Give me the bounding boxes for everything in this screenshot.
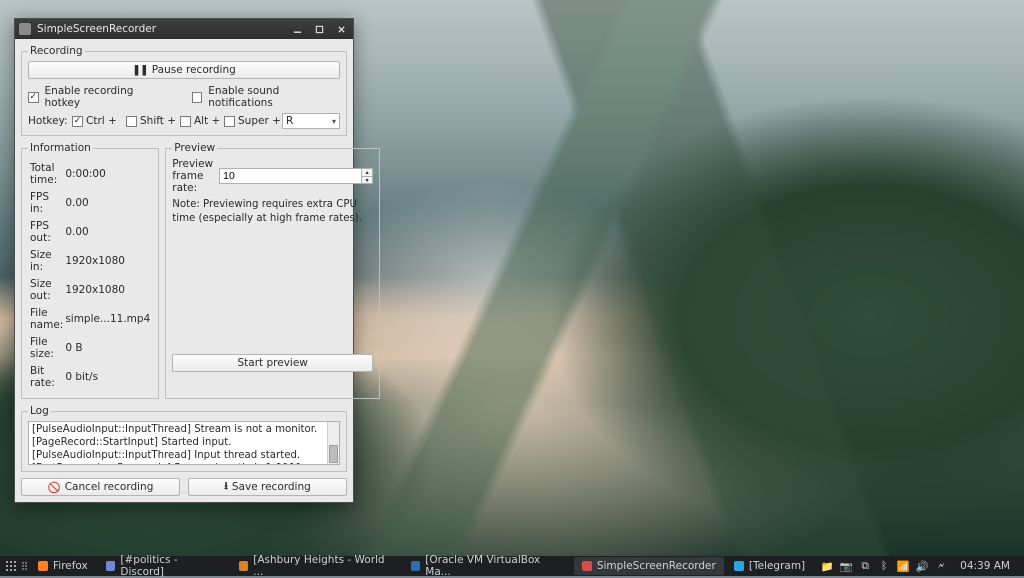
battery-tray-icon[interactable]: 🗲 bbox=[935, 560, 947, 572]
enable-hotkey-checkbox[interactable]: Enable recording hotkey bbox=[28, 85, 166, 109]
hotkey-super-checkbox[interactable]: Super + bbox=[224, 115, 282, 127]
recording-group: Recording ❚❚ Pause recording Enable reco… bbox=[21, 45, 347, 136]
info-size-in: 1920x1080 bbox=[65, 247, 150, 274]
taskbar-app-icon bbox=[38, 561, 48, 571]
chevron-down-icon: ▾ bbox=[332, 117, 336, 126]
spin-buttons[interactable]: ▴ ▾ bbox=[361, 168, 373, 184]
taskbar-item[interactable]: [#politics - Discord] bbox=[98, 557, 229, 575]
maximize-button[interactable] bbox=[311, 22, 327, 36]
spin-up-icon[interactable]: ▴ bbox=[361, 168, 373, 176]
hotkey-alt-checkbox[interactable]: Alt + bbox=[180, 115, 224, 127]
hotkey-label: Hotkey: bbox=[28, 115, 72, 127]
info-fps-out: 0.00 bbox=[65, 218, 150, 245]
enable-sound-checkbox[interactable]: Enable sound notifications bbox=[192, 85, 340, 109]
hotkey-key-select[interactable]: R ▾ bbox=[282, 113, 340, 129]
info-bit-rate: 0 bit/s bbox=[65, 363, 150, 390]
dropbox-tray-icon[interactable]: ⧉ bbox=[859, 560, 871, 572]
log-scrollbar[interactable] bbox=[327, 422, 339, 464]
volume-tray-icon[interactable]: 🔊 bbox=[916, 560, 928, 572]
ssr-window: SimpleScreenRecorder Recording ❚❚ Pause … bbox=[14, 18, 354, 503]
pause-recording-button[interactable]: ❚❚ Pause recording bbox=[28, 61, 340, 79]
checkbox-icon bbox=[180, 116, 191, 127]
info-size-out: 1920x1080 bbox=[65, 276, 150, 303]
checkbox-icon bbox=[72, 116, 83, 127]
info-file-size: 0 B bbox=[65, 334, 150, 361]
info-file-name: simple...11.mp4 bbox=[65, 305, 150, 332]
pause-recording-label: Pause recording bbox=[152, 64, 236, 76]
spin-down-icon[interactable]: ▾ bbox=[361, 176, 373, 184]
hotkey-key-value: R bbox=[286, 115, 293, 127]
titlebar[interactable]: SimpleScreenRecorder bbox=[15, 19, 353, 39]
clock[interactable]: 04:39 AM bbox=[954, 560, 1016, 572]
preview-legend: Preview bbox=[172, 142, 217, 154]
taskbar-app-icon bbox=[582, 561, 592, 571]
taskbar-item[interactable]: [Telegram] bbox=[726, 557, 813, 575]
taskbar[interactable]: Firefox [#politics - Discord] [Ashbury Hei… bbox=[0, 556, 1024, 576]
info-table: Total time:0:00:00 FPS in:0.00 FPS out:0… bbox=[28, 158, 152, 392]
taskbar-item[interactable]: [Ashbury Heights - World ... bbox=[231, 557, 401, 575]
taskbar-item[interactable]: [Oracle VM VirtualBox Ma... bbox=[403, 557, 572, 575]
taskbar-item-label: [Ashbury Heights - World ... bbox=[253, 554, 392, 578]
system-tray: 📁 📷 ⧉ ᛒ 📶 🔊 🗲 04:39 AM bbox=[813, 556, 1024, 576]
taskbar-item-label: SimpleScreenRecorder bbox=[597, 560, 716, 572]
enable-hotkey-label: Enable recording hotkey bbox=[45, 85, 166, 109]
information-legend: Information bbox=[28, 142, 93, 154]
checkbox-icon bbox=[192, 92, 203, 103]
taskbar-app-icon bbox=[106, 561, 116, 571]
checkbox-icon bbox=[224, 116, 235, 127]
folder-tray-icon[interactable]: 📁 bbox=[821, 560, 833, 572]
save-recording-button[interactable]: ⭳ Save recording bbox=[188, 478, 347, 496]
checkbox-icon bbox=[28, 92, 39, 103]
taskbar-app-icon bbox=[734, 561, 744, 571]
app-launcher-button[interactable] bbox=[0, 556, 22, 576]
preview-group: Preview Preview frame rate: ▴ ▾ Note: Pr… bbox=[165, 142, 380, 399]
info-total-time: 0:00:00 bbox=[65, 160, 150, 187]
camera-tray-icon[interactable]: 📷 bbox=[840, 560, 852, 572]
hotkey-ctrl-checkbox[interactable]: Ctrl + bbox=[72, 115, 126, 127]
preview-framerate-input[interactable] bbox=[219, 168, 361, 184]
hotkey-shift-checkbox[interactable]: Shift + bbox=[126, 115, 180, 127]
start-preview-label: Start preview bbox=[238, 357, 308, 369]
log-line: [PulseAudioInput::InputThread] Stream is… bbox=[32, 423, 325, 436]
wifi-tray-icon[interactable]: 📶 bbox=[897, 560, 909, 572]
cancel-icon: 🚫 bbox=[48, 481, 61, 494]
log-line: [PageRecord::StartInput] Started input. bbox=[32, 436, 325, 449]
log-group: Log [PulseAudioInput::InputThread] Strea… bbox=[21, 405, 347, 472]
information-group: Information Total time:0:00:00 FPS in:0.… bbox=[21, 142, 159, 399]
taskbar-item-label: [Oracle VM VirtualBox Ma... bbox=[425, 554, 564, 578]
pause-icon: ❚❚ bbox=[132, 64, 148, 76]
log-line: [PulseAudioInput::InputThread] Input thr… bbox=[32, 449, 325, 462]
minimize-button[interactable] bbox=[289, 22, 305, 36]
taskbar-item[interactable]: Firefox bbox=[30, 557, 96, 575]
taskbar-item-label: [#politics - Discord] bbox=[120, 554, 220, 578]
preview-area bbox=[172, 226, 373, 354]
log-line: [FastResampler::Resample] Resample ratio… bbox=[32, 462, 325, 465]
cancel-recording-label: Cancel recording bbox=[65, 481, 154, 493]
start-preview-button[interactable]: Start preview bbox=[172, 354, 373, 372]
save-recording-label: Save recording bbox=[232, 481, 311, 493]
taskbar-app-icon bbox=[411, 561, 421, 571]
preview-framerate-label: Preview frame rate: bbox=[172, 158, 213, 194]
window-title: SimpleScreenRecorder bbox=[37, 23, 283, 35]
recording-legend: Recording bbox=[28, 45, 85, 57]
bluetooth-tray-icon[interactable]: ᛒ bbox=[878, 560, 890, 572]
enable-sound-label: Enable sound notifications bbox=[208, 85, 340, 109]
taskbar-item-label: Firefox bbox=[53, 560, 88, 572]
taskbar-item-label: [Telegram] bbox=[749, 560, 805, 572]
preview-note: Note: Previewing requires extra CPU time… bbox=[172, 198, 373, 226]
app-icon bbox=[19, 23, 31, 35]
taskbar-app-icon bbox=[239, 561, 249, 571]
checkbox-icon bbox=[126, 116, 137, 127]
log-legend: Log bbox=[28, 405, 51, 417]
preview-framerate-spinbox[interactable]: ▴ ▾ bbox=[219, 168, 373, 184]
info-fps-in: 0.00 bbox=[65, 189, 150, 216]
save-icon: ⭳ bbox=[224, 478, 228, 496]
task-items: Firefox [#politics - Discord] [Ashbury Hei… bbox=[28, 556, 813, 576]
cancel-recording-button[interactable]: 🚫 Cancel recording bbox=[21, 478, 180, 496]
scrollbar-thumb[interactable] bbox=[329, 445, 338, 463]
close-button[interactable] bbox=[333, 22, 349, 36]
log-textarea[interactable]: [PulseAudioInput::InputThread] Stream is… bbox=[28, 421, 340, 465]
taskbar-item[interactable]: SimpleScreenRecorder bbox=[574, 557, 724, 575]
